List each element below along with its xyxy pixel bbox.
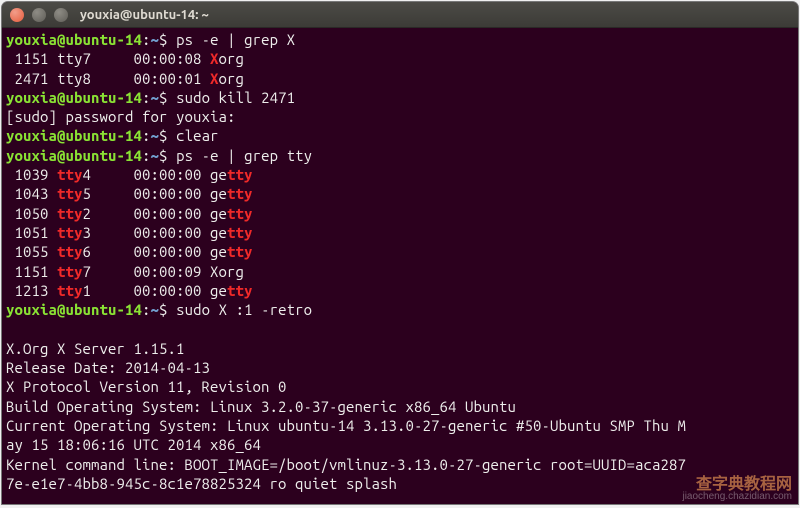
watermark-url: jiaocheng.chazidian.com: [682, 491, 792, 502]
close-icon[interactable]: [10, 8, 24, 22]
terminal-output[interactable]: youxia@ubuntu-14:~$ ps -e | grep X 1151 …: [2, 28, 798, 495]
terminal-window: youxia@ubuntu-14: ~ youxia@ubuntu-14:~$ …: [2, 2, 798, 504]
window-controls: [10, 8, 68, 22]
maximize-icon[interactable]: [54, 8, 68, 22]
titlebar[interactable]: youxia@ubuntu-14: ~: [2, 2, 798, 28]
window-title: youxia@ubuntu-14: ~: [80, 8, 209, 22]
minimize-icon[interactable]: [32, 8, 46, 22]
